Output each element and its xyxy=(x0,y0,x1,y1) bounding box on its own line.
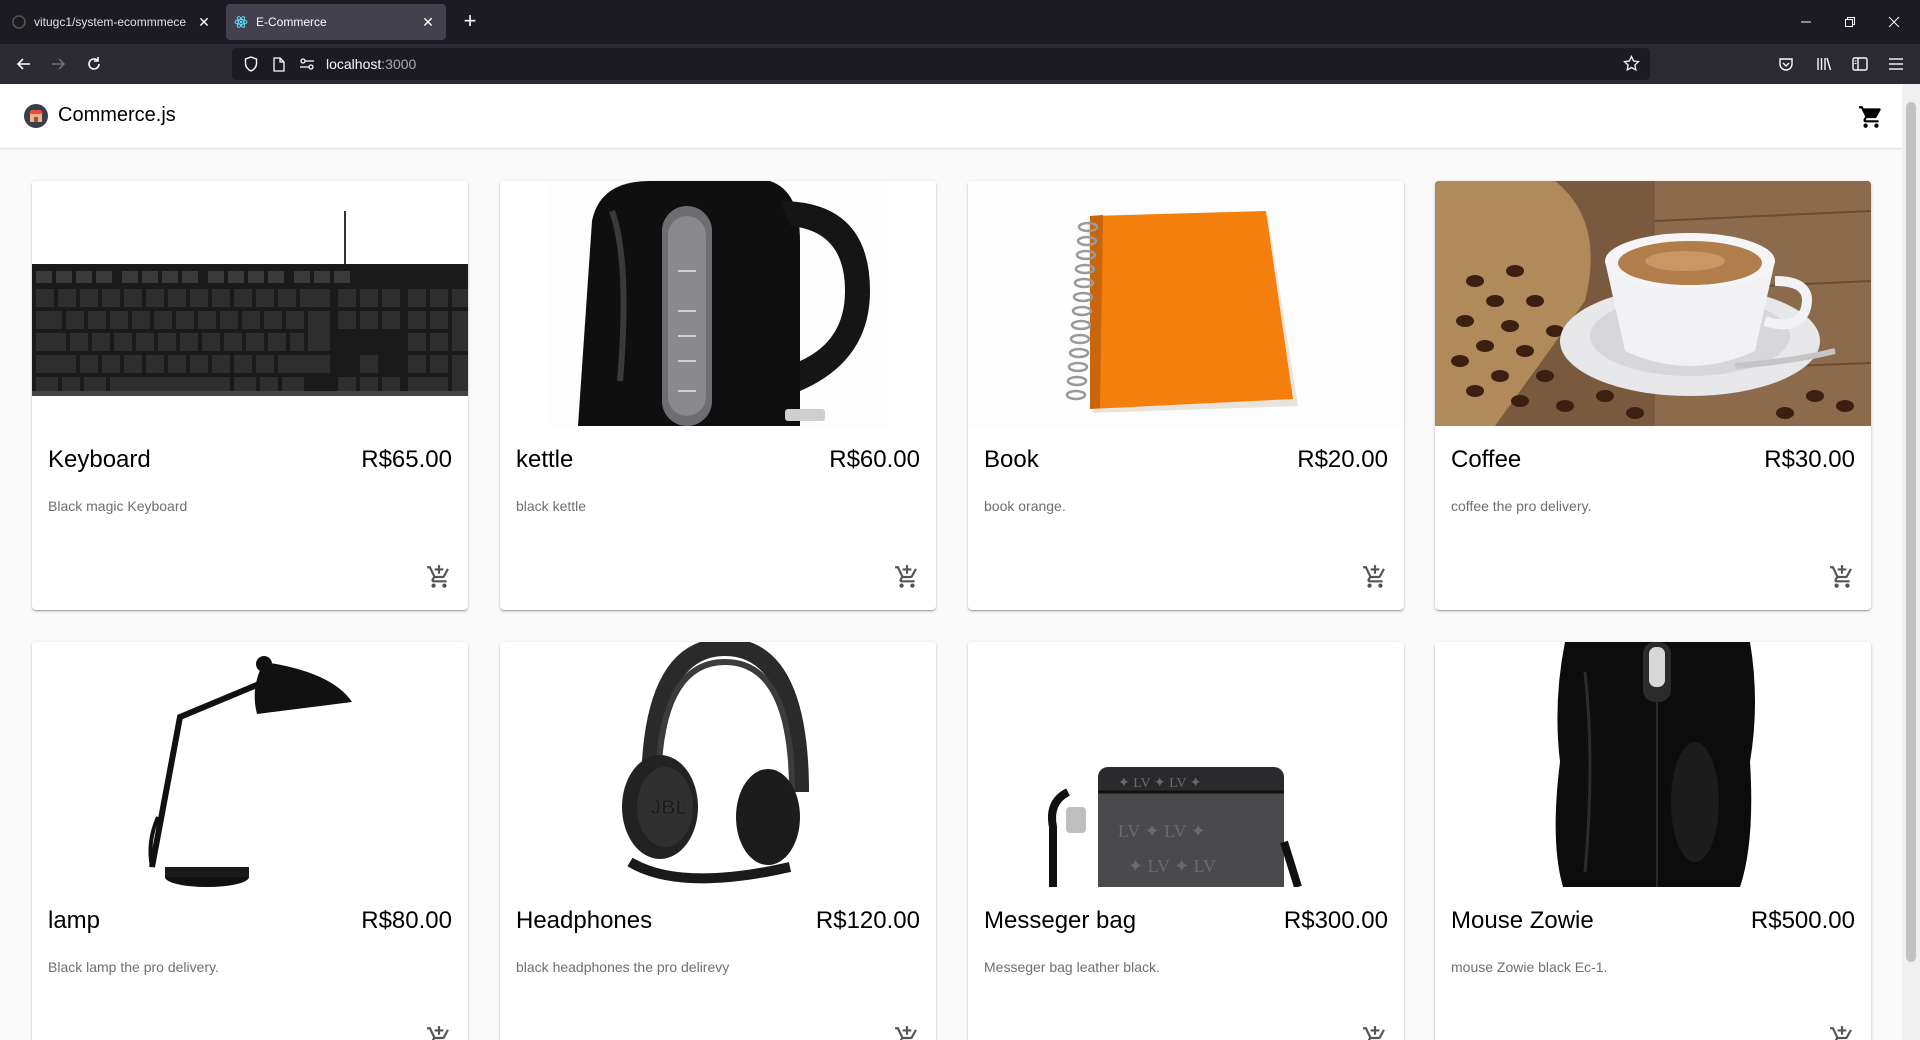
tab-label: E-Commerce xyxy=(256,15,327,29)
url-bar[interactable]: localhost:3000 xyxy=(232,48,1650,80)
hamburger-menu-icon[interactable] xyxy=(1884,52,1908,76)
product-card-bag: LV ✦ LV ✦ ✦ LV ✦ LV ✦ LV ✦ LV ✦ Messeger… xyxy=(968,642,1404,1040)
bookmark-star-icon[interactable] xyxy=(1623,54,1640,77)
svg-text:JBL: JBL xyxy=(650,797,688,819)
product-name: kettle xyxy=(516,446,574,473)
product-card-kettle: kettle R$60.00 black kettle xyxy=(500,181,936,610)
product-description: black headphones the pro delirevy xyxy=(516,959,730,975)
close-icon[interactable]: ✕ xyxy=(418,12,438,32)
reload-icon[interactable] xyxy=(80,50,108,78)
add-shopping-cart-icon[interactable] xyxy=(894,564,920,590)
tab-label: vitugc1/system-ecommmece xyxy=(34,15,187,29)
svg-text:✦ LV ✦ LV: ✦ LV ✦ LV xyxy=(1128,856,1216,876)
url-host: localhost xyxy=(326,56,382,72)
product-name: Headphones xyxy=(516,907,653,934)
url-port: :3000 xyxy=(381,56,417,72)
product-description: book orange. xyxy=(984,498,1066,514)
product-description: black kettle xyxy=(516,498,587,514)
page-icon[interactable] xyxy=(270,55,288,73)
shield-icon[interactable] xyxy=(242,55,260,73)
product-price: R$60.00 xyxy=(829,446,920,473)
product-card-headphones: JBL Headphones R$120.00 black headphones… xyxy=(500,642,936,1040)
product-name: Coffee xyxy=(1451,446,1522,473)
product-image-kettle xyxy=(500,181,936,426)
minimize-button[interactable] xyxy=(1784,8,1828,36)
product-image-bag: LV ✦ LV ✦ ✦ LV ✦ LV ✦ LV ✦ LV ✦ xyxy=(968,642,1404,887)
product-name: Messeger bag xyxy=(984,907,1137,934)
page-scrollbar[interactable] xyxy=(1902,84,1920,1040)
close-window-button[interactable] xyxy=(1872,8,1916,36)
scrollbar-thumb[interactable] xyxy=(1906,102,1916,962)
product-description: Messeger bag leather black. xyxy=(984,959,1160,975)
forward-arrow-icon[interactable] xyxy=(44,50,72,78)
product-price: R$65.00 xyxy=(361,446,452,473)
add-shopping-cart-icon[interactable] xyxy=(894,1025,920,1040)
browser-nav-bar: localhost:3000 xyxy=(0,44,1920,84)
add-shopping-cart-icon[interactable] xyxy=(1362,1025,1388,1040)
close-icon[interactable]: ✕ xyxy=(194,12,214,32)
product-description: Black lamp the pro delivery. xyxy=(48,959,219,975)
product-image-book xyxy=(968,181,1404,426)
product-card-book: Book R$20.00 book orange. xyxy=(968,181,1404,610)
page-viewport: Commerce.js Keyboard R$65.00 Black magic… xyxy=(0,84,1902,1040)
product-price: R$120.00 xyxy=(815,907,920,934)
browser-tab-bar: vitugc1/system-ecommmece ✕ E-Commerce ✕ … xyxy=(0,0,1920,44)
product-card-keyboard: Keyboard R$65.00 Black magic Keyboard xyxy=(32,181,468,610)
product-description: coffee the pro delivery. xyxy=(1451,498,1592,514)
add-shopping-cart-icon[interactable] xyxy=(426,564,452,590)
add-shopping-cart-icon[interactable] xyxy=(1829,1025,1855,1040)
library-icon[interactable] xyxy=(1812,52,1836,76)
tab-github[interactable]: vitugc1/system-ecommmece ✕ xyxy=(4,4,222,40)
product-image-headphones: JBL xyxy=(500,642,936,887)
url-text[interactable]: localhost:3000 xyxy=(326,56,416,72)
add-shopping-cart-icon[interactable] xyxy=(1829,564,1855,590)
product-name: Book xyxy=(984,446,1039,473)
product-card-coffee: Coffee R$30.00 coffee the pro delivery. xyxy=(1435,181,1871,610)
product-name: Mouse Zowie xyxy=(1451,907,1594,934)
product-image-mouse xyxy=(1435,642,1871,887)
product-price: R$20.00 xyxy=(1297,446,1388,473)
cart-icon[interactable] xyxy=(1858,104,1884,130)
app-header: Commerce.js xyxy=(0,84,1902,149)
product-price: R$500.00 xyxy=(1750,907,1855,934)
product-name: lamp xyxy=(48,907,101,934)
new-tab-button[interactable]: + xyxy=(458,10,482,34)
pocket-icon[interactable] xyxy=(1774,52,1798,76)
restore-button[interactable] xyxy=(1828,8,1872,36)
product-image-keyboard xyxy=(32,181,468,426)
product-description: mouse Zowie black Ec-1. xyxy=(1451,959,1608,975)
product-card-lamp: lamp R$80.00 Black lamp the pro delivery… xyxy=(32,642,468,1040)
brand-title[interactable]: Commerce.js xyxy=(58,104,176,127)
permissions-icon[interactable] xyxy=(298,55,316,73)
add-shopping-cart-icon[interactable] xyxy=(1362,564,1388,590)
product-name: Keyboard xyxy=(48,446,151,473)
product-image-lamp xyxy=(32,642,468,887)
product-price: R$30.00 xyxy=(1764,446,1855,473)
product-image-coffee xyxy=(1435,181,1871,426)
back-arrow-icon[interactable] xyxy=(10,50,38,78)
tab-ecommerce[interactable]: E-Commerce ✕ xyxy=(226,4,446,40)
product-card-mouse: Mouse Zowie R$500.00 mouse Zowie black E… xyxy=(1435,642,1871,1040)
github-icon xyxy=(12,15,26,29)
store-logo-icon[interactable] xyxy=(24,104,48,128)
svg-text:LV ✦ LV ✦: LV ✦ LV ✦ xyxy=(1118,821,1206,841)
react-icon xyxy=(234,15,248,29)
svg-text:✦ LV ✦ LV ✦: ✦ LV ✦ LV ✦ xyxy=(1118,776,1202,791)
product-description: Black magic Keyboard xyxy=(48,498,188,514)
product-price: R$80.00 xyxy=(361,907,452,934)
product-price: R$300.00 xyxy=(1283,907,1388,934)
add-shopping-cart-icon[interactable] xyxy=(426,1025,452,1040)
sidebar-icon[interactable] xyxy=(1848,52,1872,76)
